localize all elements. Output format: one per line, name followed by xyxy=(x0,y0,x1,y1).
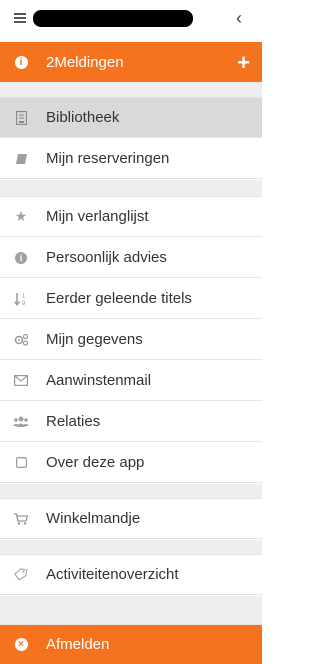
redacted-title xyxy=(33,10,193,27)
menu-item-my-data[interactable]: Mijn gegevens xyxy=(0,320,262,360)
logout-label: Afmelden xyxy=(46,636,110,653)
menu-item-library[interactable]: Bibliotheek xyxy=(0,98,262,138)
close-circle-icon: × xyxy=(12,638,30,651)
chevron-left-icon[interactable]: ‹ xyxy=(236,9,242,27)
menu-item-advice[interactable]: i Persoonlijk advies xyxy=(0,238,262,278)
cart-label: Winkelmandje xyxy=(46,510,141,527)
menu-item-acquisitions-mail[interactable]: Aanwinstenmail xyxy=(0,361,262,401)
users-icon xyxy=(12,416,30,428)
library-icon xyxy=(12,110,30,125)
star-icon: ★ xyxy=(14,208,28,224)
library-label: Bibliotheek xyxy=(46,109,120,126)
section-spacer xyxy=(0,596,262,625)
menu-item-about-app[interactable]: Over deze app xyxy=(0,443,262,483)
tags-icon xyxy=(12,568,30,581)
read-titles-label: Eerder geleende titels xyxy=(46,290,192,307)
sort-numeric-icon: 19 xyxy=(12,292,30,306)
menu-item-relations[interactable]: Relaties xyxy=(0,402,262,442)
notifications-label: 2Meldingen xyxy=(46,53,124,71)
svg-text:1: 1 xyxy=(22,294,26,300)
section-spacer xyxy=(0,540,262,555)
reservations-label: Mijn reserveringen xyxy=(46,150,170,167)
add-icon[interactable]: + xyxy=(237,50,250,76)
section-spacer xyxy=(0,82,262,98)
notifications-bar[interactable]: i 2Meldingen + xyxy=(0,42,262,82)
cart-icon xyxy=(12,512,30,525)
square-icon xyxy=(12,457,30,468)
info-icon: i xyxy=(12,251,30,264)
menu-item-wishlist[interactable]: ★ Mijn verlanglijst xyxy=(0,197,262,237)
logout-button[interactable]: × Afmelden xyxy=(0,625,262,664)
gears-icon xyxy=(12,333,30,346)
section-spacer xyxy=(0,180,262,197)
svg-text:9: 9 xyxy=(22,301,26,306)
top-bar: ‹ xyxy=(0,0,262,38)
menu-item-reservations[interactable]: Mijn reserveringen xyxy=(0,139,262,179)
menu-item-activity[interactable]: Activiteitenoverzicht xyxy=(0,555,262,595)
activity-label: Activiteitenoverzicht xyxy=(46,566,179,583)
relations-label: Relaties xyxy=(46,413,101,430)
wishlist-label: Mijn verlanglijst xyxy=(46,208,149,225)
envelope-icon xyxy=(12,375,30,386)
my-data-label: Mijn gegevens xyxy=(46,331,143,348)
book-icon xyxy=(12,153,30,165)
menu-item-read-titles[interactable]: 19 Eerder geleende titels xyxy=(0,279,262,319)
about-app-label: Over deze app xyxy=(46,454,145,471)
acquisitions-mail-label: Aanwinstenmail xyxy=(46,372,152,389)
hamburger-icon[interactable] xyxy=(14,13,26,23)
info-icon: i xyxy=(12,55,30,69)
advice-label: Persoonlijk advies xyxy=(46,249,167,266)
menu-item-cart[interactable]: Winkelmandje xyxy=(0,499,262,539)
section-spacer xyxy=(0,484,262,499)
